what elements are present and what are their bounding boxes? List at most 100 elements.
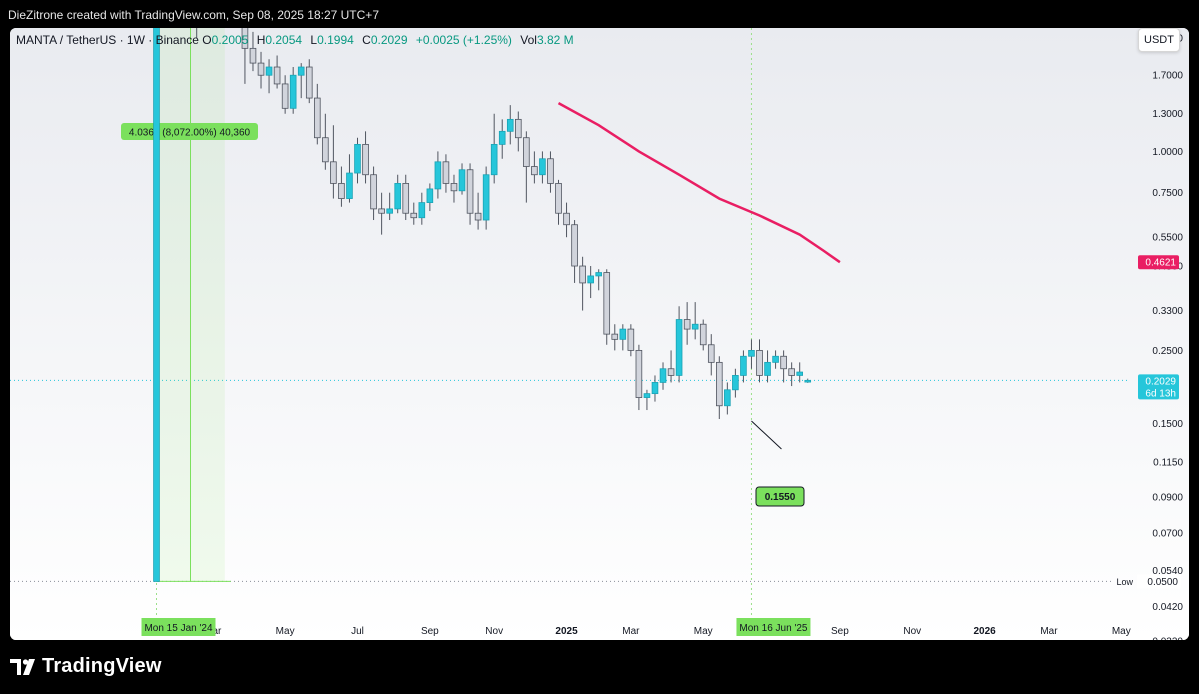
candle-body <box>764 361 771 376</box>
candle-body <box>297 66 305 76</box>
y-tick-label: 0.1500 <box>1152 419 1183 430</box>
low-marker-label: Low <box>1116 577 1133 587</box>
candle-body <box>458 169 466 192</box>
candle-body <box>466 169 474 214</box>
candle-body <box>595 272 602 277</box>
x-tick-label: Nov <box>903 626 921 637</box>
x-tick-label: Mar <box>622 626 640 637</box>
candle-body <box>555 183 562 214</box>
candle-body <box>804 379 812 383</box>
y-tick-label: 0.1150 <box>1153 457 1183 468</box>
candle-body <box>378 208 385 214</box>
y-tick-label: 0.0420 <box>1152 602 1183 613</box>
y-tick-label: 0.3300 <box>1152 306 1183 317</box>
candle-body <box>699 323 707 346</box>
y-tick-label: 0.2500 <box>1152 346 1183 357</box>
close-label: C <box>362 33 371 47</box>
candle-body <box>249 47 257 64</box>
candle-body <box>313 97 321 139</box>
y-tick-label: 1.7000 <box>1152 71 1183 82</box>
candle-body <box>523 137 530 167</box>
candle-body <box>498 130 506 145</box>
candle-body <box>322 137 329 163</box>
candle-body <box>354 143 361 174</box>
candle-body <box>563 212 570 226</box>
measure-label: 4.0360 (8,072.00%) 40,360 <box>129 128 251 139</box>
x-tick-label: Mar <box>1040 626 1058 637</box>
header-bar: DieZitrone created with TradingView.com,… <box>0 0 1199 28</box>
candle-body <box>442 161 450 184</box>
x-tick-label: May <box>1112 626 1131 637</box>
volume-label: Vol <box>520 33 537 47</box>
candle-body <box>756 349 763 376</box>
candle-body <box>571 224 578 267</box>
candle-body <box>418 202 426 219</box>
x-tick-label: Jul <box>351 626 364 637</box>
candle-body <box>579 265 586 284</box>
candle-body <box>490 143 498 176</box>
candle-body <box>683 319 691 330</box>
candle-body <box>289 74 297 109</box>
brand-name: TradingView <box>42 655 162 677</box>
countdown-value: 6d 13h <box>1145 388 1176 399</box>
x-tick-label: 2026 <box>973 626 996 637</box>
chart-panel[interactable]: 11.00008.50006.50005.00003.80003.00002.2… <box>10 28 1189 640</box>
candle-body <box>394 183 401 210</box>
candle-body <box>716 361 723 407</box>
x-tick-label: Nov <box>485 626 503 637</box>
candle-body <box>402 183 410 214</box>
candle-body <box>539 158 546 176</box>
candle-body <box>627 328 635 351</box>
candle-body <box>651 382 659 395</box>
candle-body <box>370 174 377 210</box>
candle-body <box>482 174 490 221</box>
attribution-text: DieZitrone created with TradingView.com,… <box>8 8 379 22</box>
candle-body <box>434 161 442 190</box>
low-marker-value: 0.0500 <box>1147 577 1178 588</box>
candle-body <box>635 349 643 398</box>
tradingview-logo: TradingView <box>10 655 162 678</box>
candle-body <box>426 188 434 204</box>
chart-legend: MANTA / TetherUS · 1W · Binance O0.2005 … <box>16 33 579 47</box>
last-price-value: 0.2029 <box>1145 376 1176 387</box>
open-label: O <box>202 33 212 47</box>
candle-body <box>474 212 482 221</box>
candle-body <box>788 368 795 376</box>
candle-body <box>450 183 458 192</box>
candle-body <box>547 158 554 184</box>
candle-body <box>707 344 715 363</box>
y-tick-label: 0.0900 <box>1152 493 1183 504</box>
candle-body <box>514 118 522 139</box>
x-tick-label: May <box>694 626 713 637</box>
y-tick-label: 1.0000 <box>1152 147 1183 158</box>
candle-body <box>748 349 755 357</box>
candle-body <box>305 66 313 99</box>
candle-body <box>330 161 337 184</box>
candle-body <box>338 183 345 199</box>
candle-body <box>531 166 538 176</box>
candle-body <box>603 272 611 335</box>
candle-body <box>780 355 787 370</box>
y-tick-label: 0.5500 <box>1152 233 1183 244</box>
tradingview-logo-icon <box>10 659 35 675</box>
x-tick-label: 2025 <box>555 626 578 637</box>
x-tick-label: May <box>276 626 295 637</box>
candle-body <box>410 212 418 219</box>
y-tick-label: 0.0700 <box>1152 529 1183 540</box>
candle-body <box>796 371 803 376</box>
symbol-label: MANTA / TetherUS · 1W · Binance <box>16 33 199 47</box>
candle-body <box>740 355 747 376</box>
candle-body <box>257 62 265 76</box>
price-chart[interactable]: 11.00008.50006.50005.00003.80003.00002.2… <box>10 28 1189 640</box>
y-tick-label: 1.3000 <box>1152 109 1183 120</box>
high-value: 0.2054 <box>265 33 303 47</box>
y-tick-label: 0.7500 <box>1152 188 1183 199</box>
currency-button[interactable]: USDT <box>1138 28 1180 52</box>
date-highlight-label: Mon 16 Jun '25 <box>739 623 808 634</box>
candle-body <box>643 393 651 398</box>
candle-body <box>281 83 289 109</box>
close-value: 0.2029 <box>370 33 408 47</box>
candle-body <box>386 208 393 214</box>
candle-body <box>724 389 731 407</box>
candle-body <box>611 333 619 340</box>
